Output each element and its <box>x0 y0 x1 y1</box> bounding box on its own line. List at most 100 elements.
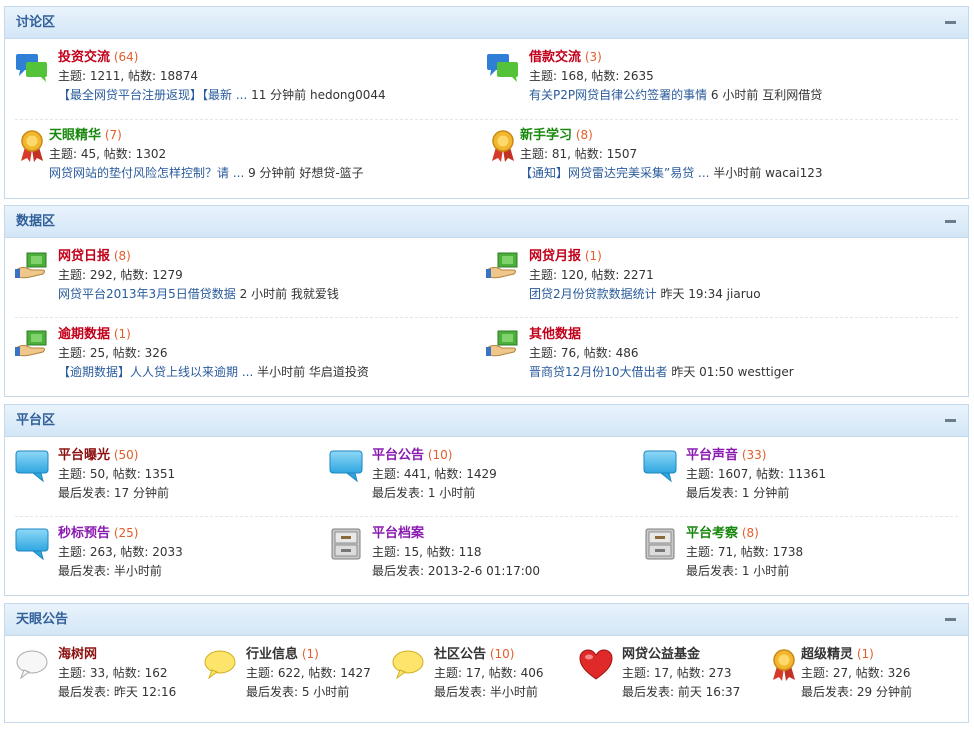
section-title: 天眼公告 <box>16 612 69 627</box>
forum-stats: 主题: 76, 帖数: 486 <box>529 346 639 360</box>
last-post-time: 最后发表: 1 小时前 <box>686 564 790 578</box>
collapse-icon[interactable] <box>945 21 956 24</box>
forum-name-link[interactable]: 新手学习 <box>520 128 572 143</box>
forum-stats: 主题: 15, 帖数: 118 <box>372 545 482 559</box>
forum-name-link[interactable]: 平台公告 <box>372 448 424 463</box>
chat-bubbles-icon[interactable] <box>486 51 520 85</box>
forum-name-link[interactable]: 平台考察 <box>686 526 738 541</box>
last-post-meta: 半小时前 wacai123 <box>709 166 823 180</box>
forum-name-link[interactable]: 平台曝光 <box>58 448 110 463</box>
collapse-icon[interactable] <box>945 220 956 223</box>
forum-name-link[interactable]: 秒标预告 <box>58 526 110 541</box>
speech-bubble-icon[interactable] <box>15 449 49 483</box>
forum-item: 社区公告 (10) 主题: 17, 帖数: 406 最后发表: 半小时前 <box>391 642 576 702</box>
new-post-count: (25) <box>113 526 139 540</box>
archive-box-icon[interactable] <box>643 527 677 561</box>
last-post-meta: 6 小时前 互利网借贷 <box>707 88 823 102</box>
last-post-link[interactable]: 网贷平台2013年3月5日借贷数据 <box>58 287 236 301</box>
last-post-time: 最后发表: 半小时前 <box>434 685 538 699</box>
forum-name-link[interactable]: 社区公告 <box>434 647 486 662</box>
new-post-count: (3) <box>584 50 602 64</box>
money-hand-icon[interactable] <box>486 328 520 362</box>
forum-name-link[interactable]: 逾期数据 <box>58 327 110 342</box>
forum-item: 新手学习 (8) 主题: 81, 帖数: 1507 【通知】网贷雷达完美采集”易… <box>486 123 956 183</box>
new-post-count: (7) <box>104 128 122 142</box>
last-post-time: 最后发表: 1 小时前 <box>372 486 476 500</box>
forum-item: 平台公告 (10) 主题: 441, 帖数: 1429 最后发表: 1 小时前 <box>329 443 629 503</box>
money-hand-icon[interactable] <box>15 250 49 284</box>
new-post-count: (8) <box>741 526 759 540</box>
medal-icon[interactable] <box>486 129 520 163</box>
forum-name-link[interactable]: 投资交流 <box>58 50 110 65</box>
forum-name-link[interactable]: 其他数据 <box>529 327 581 342</box>
forum-stats: 主题: 441, 帖数: 1429 <box>372 467 497 481</box>
last-post-time: 最后发表: 2013-2-6 01:17:00 <box>372 564 541 578</box>
new-post-count: (10) <box>427 448 453 462</box>
money-hand-icon[interactable] <box>15 328 49 362</box>
last-post-link[interactable]: 有关P2P网贷自律公约签署的事情 <box>529 88 707 102</box>
last-post-meta: 半小时前 华启道投资 <box>253 365 369 379</box>
last-post-meta: 2 小时前 我就爱钱 <box>235 287 339 301</box>
forum-name-link[interactable]: 借款交流 <box>529 50 581 65</box>
section-platform: 平台区 平台曝光 (50) 主题: 50, 帖数: 1351 最后发表: 17 … <box>4 404 969 596</box>
forum-name-link[interactable]: 平台声音 <box>686 448 738 463</box>
heart-icon[interactable] <box>579 648 613 682</box>
last-post-link[interactable]: 网贷网站的垫付风险怎样控制？请 ... <box>49 166 244 180</box>
divider <box>15 317 958 318</box>
new-post-count: (50) <box>113 448 139 462</box>
section-discussion: 讨论区 投资交流 (64) 主题: 1211, 帖数: 18874 【最全网贷平… <box>4 6 969 199</box>
section-header: 讨论区 <box>5 7 968 39</box>
forum-name-link[interactable]: 网贷月报 <box>529 249 581 264</box>
forum-stats: 主题: 27, 帖数: 326 <box>801 666 911 680</box>
last-post-link[interactable]: 【逾期数据】人人贷上线以来逾期 ... <box>58 365 253 379</box>
last-post-meta: 11 分钟前 hedong0044 <box>247 88 386 102</box>
medal-icon[interactable] <box>15 129 49 163</box>
forum-stats: 主题: 81, 帖数: 1507 <box>520 147 638 161</box>
collapse-icon[interactable] <box>945 618 956 621</box>
forum-item: 网贷月报 (1) 主题: 120, 帖数: 2271 团贷2月份贷款数据统计 昨… <box>486 244 956 304</box>
last-post-link[interactable]: 团贷2月份贷款数据统计 <box>529 287 657 301</box>
forum-item: 借款交流 (3) 主题: 168, 帖数: 2635 有关P2P网贷自律公约签署… <box>486 45 956 105</box>
speech-bubble-icon[interactable] <box>329 449 363 483</box>
forum-name-link[interactable]: 网贷日报 <box>58 249 110 264</box>
speech-bubble-icon[interactable] <box>15 527 49 561</box>
section-header: 天眼公告 <box>5 604 968 636</box>
archive-box-icon[interactable] <box>329 527 363 561</box>
forum-item: 平台档案 主题: 15, 帖数: 118 最后发表: 2013-2-6 01:1… <box>329 521 629 581</box>
forum-item: 其他数据 主题: 76, 帖数: 486 晋商贷12月份10大借出者 昨天 01… <box>486 322 956 382</box>
white-bubble-icon[interactable] <box>15 648 49 682</box>
forum-stats: 主题: 1211, 帖数: 18874 <box>58 69 199 83</box>
forum-name-link[interactable]: 网贷公益基金 <box>622 647 700 662</box>
chat-bubbles-icon[interactable] <box>15 51 49 85</box>
forum-stats: 主题: 120, 帖数: 2271 <box>529 268 654 282</box>
forum-name-link[interactable]: 行业信息 <box>246 647 298 662</box>
forum-item: 平台声音 (33) 主题: 1607, 帖数: 11361 最后发表: 1 分钟… <box>643 443 953 503</box>
forum-stats: 主题: 292, 帖数: 1279 <box>58 268 183 282</box>
forum-name-link[interactable]: 天眼精华 <box>49 128 101 143</box>
medal-icon[interactable] <box>767 648 801 682</box>
last-post-time: 最后发表: 5 小时前 <box>246 685 350 699</box>
last-post-link[interactable]: 【通知】网贷雷达完美采集”易贷 ... <box>520 166 709 180</box>
collapse-icon[interactable] <box>945 419 956 422</box>
yellow-bubble-icon[interactable] <box>203 648 237 682</box>
last-post-link[interactable]: 【最全网贷平台注册返现】【最新 ... <box>58 88 247 102</box>
yellow-bubble-icon[interactable] <box>391 648 425 682</box>
forum-stats: 主题: 17, 帖数: 273 <box>622 666 732 680</box>
last-post-link[interactable]: 晋商贷12月份10大借出者 <box>529 365 668 379</box>
new-post-count: (8) <box>113 249 131 263</box>
forum-stats: 主题: 17, 帖数: 406 <box>434 666 544 680</box>
speech-bubble-icon[interactable] <box>643 449 677 483</box>
divider <box>15 119 958 120</box>
forum-item: 平台考察 (8) 主题: 71, 帖数: 1738 最后发表: 1 小时前 <box>643 521 953 581</box>
forum-name-link[interactable]: 超级精灵 <box>801 647 853 662</box>
forum-item: 行业信息 (1) 主题: 622, 帖数: 1427 最后发表: 5 小时前 <box>203 642 388 702</box>
section-header: 平台区 <box>5 405 968 437</box>
forum-name-link[interactable]: 平台档案 <box>372 526 424 541</box>
last-post-meta: 昨天 19:34 jiaruo <box>656 287 761 301</box>
forum-stats: 主题: 622, 帖数: 1427 <box>246 666 371 680</box>
new-post-count: (64) <box>113 50 139 64</box>
last-post-meta: 9 分钟前 好想贷-篮子 <box>244 166 364 180</box>
money-hand-icon[interactable] <box>486 250 520 284</box>
forum-name-link[interactable]: 海树网 <box>58 647 97 662</box>
forum-item: 网贷日报 (8) 主题: 292, 帖数: 1279 网贷平台2013年3月5日… <box>15 244 475 304</box>
